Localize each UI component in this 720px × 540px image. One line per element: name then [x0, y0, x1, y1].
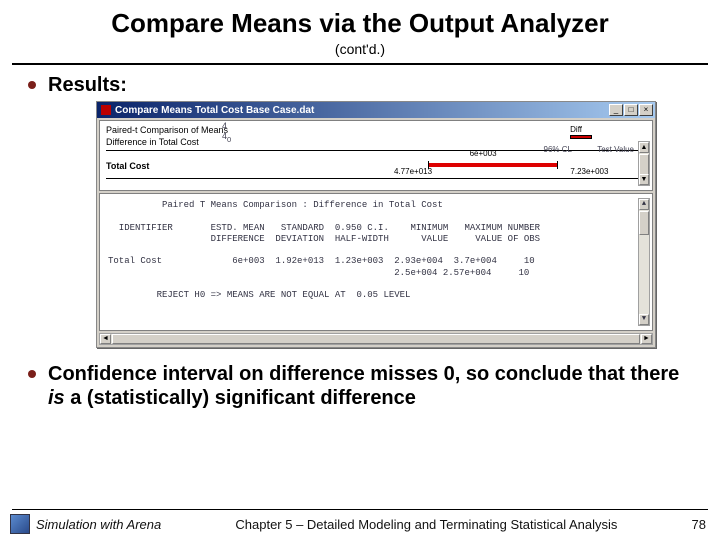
- output-reject: REJECT H0 => MEANS ARE NOT EQUAL AT 0.05…: [108, 290, 410, 300]
- vertical-scrollbar[interactable]: ▲ ▼: [638, 141, 650, 186]
- scroll-down-icon[interactable]: ▼: [639, 314, 649, 325]
- scroll-thumb[interactable]: [112, 334, 640, 344]
- compare-means-dialog: Compare Means Total Cost Base Case.dat _…: [96, 101, 656, 348]
- tick-marks: 4 40: [222, 121, 231, 144]
- slide-footer: Simulation with Arena Chapter 5 – Detail…: [0, 514, 720, 534]
- chart-pane: Paired-t Comparison of Means Difference …: [99, 120, 653, 191]
- text-output-pane: Paired T Means Comparison : Difference i…: [99, 193, 653, 331]
- scroll-right-icon[interactable]: ►: [641, 334, 652, 344]
- vertical-scrollbar[interactable]: ▲ ▼: [638, 198, 650, 326]
- bullet-icon: [28, 81, 36, 89]
- scroll-up-icon[interactable]: ▲: [639, 142, 649, 153]
- maximize-button[interactable]: □: [624, 104, 638, 116]
- footer-rule: [12, 509, 708, 510]
- app-icon: [101, 105, 111, 115]
- ci-left-value: 4.77e+013: [394, 167, 432, 176]
- ci-right-value: 7.23e+003: [570, 167, 608, 176]
- footer-chapter: Chapter 5 – Detailed Modeling and Termin…: [161, 517, 691, 532]
- book-cover-icon: [10, 514, 30, 534]
- output-row2: 2.5e+004 2.57e+004 10: [108, 268, 529, 278]
- divider: [106, 178, 646, 179]
- output-header2: DIFFERENCE DEVIATION HALF-WIDTH VALUE VA…: [108, 234, 540, 244]
- center-value: 6e+003: [470, 149, 497, 158]
- dialog-title: Compare Means Total Cost Base Case.dat: [115, 105, 609, 116]
- output-header1: IDENTIFIER ESTD. MEAN STANDARD 0.950 C.I…: [108, 223, 540, 233]
- output-title: Paired T Means Comparison : Difference i…: [108, 200, 443, 210]
- title-rule: [12, 63, 708, 65]
- bullet-results-text: Results:: [48, 73, 127, 97]
- ci-bar-area: 6e+003 4.77e+013 7.23e+003: [226, 157, 646, 175]
- legend-swatch: [570, 135, 592, 139]
- footer-book-title: Simulation with Arena: [36, 517, 161, 532]
- bullet-results: Results:: [28, 73, 696, 97]
- cl-label: 96% CL: [544, 145, 572, 154]
- scroll-down-icon[interactable]: ▼: [639, 174, 649, 185]
- chart-heading: Paired-t Comparison of Means: [106, 125, 228, 135]
- scroll-left-icon[interactable]: ◄: [100, 334, 111, 344]
- test-value-label: Test Value: [597, 145, 634, 154]
- row-label: Total Cost: [106, 161, 226, 171]
- output-row1: Total Cost 6e+003 1.92e+013 1.23e+003 2.…: [108, 256, 535, 266]
- bullet-conclusion-text: Confidence interval on difference misses…: [48, 362, 696, 410]
- diff-label: Diff: [570, 125, 582, 134]
- value-row: Total Cost 4 40 6e+003 4.77e+013 7.23e+0…: [106, 157, 646, 175]
- slide-title: Compare Means via the Output Analyzer: [0, 0, 720, 39]
- bullet-icon: [28, 370, 36, 378]
- minimize-button[interactable]: _: [609, 104, 623, 116]
- bullet-conclusion: Confidence interval on difference misses…: [28, 362, 696, 410]
- ci-bar: [428, 163, 558, 167]
- scroll-up-icon[interactable]: ▲: [639, 199, 649, 210]
- slide-subtitle: (cont'd.): [0, 41, 720, 57]
- dialog-titlebar[interactable]: Compare Means Total Cost Base Case.dat _…: [97, 102, 655, 118]
- horizontal-scrollbar[interactable]: ◄ ►: [99, 333, 653, 345]
- footer-page-number: 78: [692, 517, 706, 532]
- close-button[interactable]: ×: [639, 104, 653, 116]
- scroll-thumb[interactable]: [639, 211, 649, 235]
